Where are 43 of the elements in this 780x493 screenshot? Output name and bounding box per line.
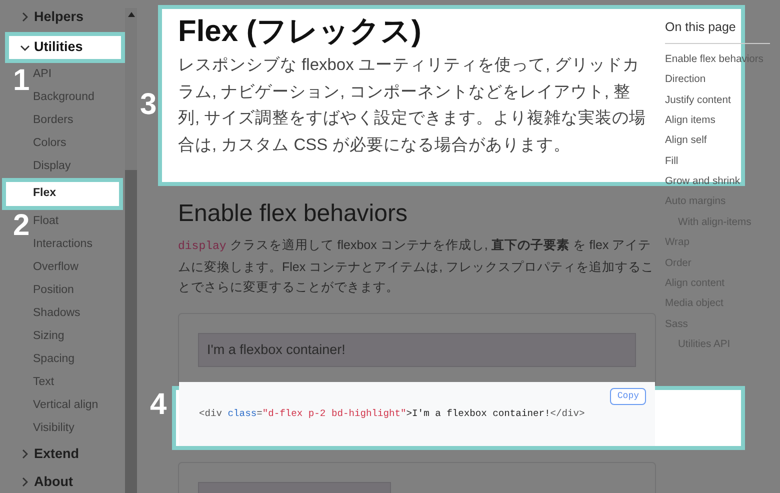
page-title: Flex (フレックス) xyxy=(178,14,422,50)
sidebar-item[interactable]: Sizing xyxy=(33,325,117,348)
sidebar-group[interactable]: Helpers xyxy=(0,3,137,31)
toc-link[interactable]: Justify content xyxy=(665,90,770,111)
sidebar-item[interactable]: Colors xyxy=(33,132,117,155)
chevron-down-icon xyxy=(20,42,30,52)
sidebar-item[interactable]: Borders xyxy=(33,109,117,132)
code-line: <div class="d-flex p-2 bd-highlight">I'm a flexbox container!</div> xyxy=(199,406,585,421)
sidebar-item[interactable]: Position xyxy=(33,279,117,302)
toc-link[interactable]: Direction xyxy=(665,70,770,91)
toc-link[interactable]: Align items xyxy=(665,110,770,132)
sidebar-group[interactable]: Extend xyxy=(0,440,137,468)
sidebar-group[interactable]: Utilities xyxy=(5,32,125,63)
scrollbar-thumb[interactable] xyxy=(125,170,137,493)
callout-number: 4 xyxy=(150,390,167,420)
sidebar-item[interactable]: Float xyxy=(33,210,117,233)
sidebar-item[interactable]: Visibility xyxy=(33,417,117,440)
paragraph: display クラスを適用して flexbox コンテナを作成し, 直下の子要素 を flex アイテムに変換します。Flex コンテナとアイテムは, フレックスプロパティを追加することでさらに変更することができます。 xyxy=(178,236,656,296)
callout-number: 3 xyxy=(140,90,157,120)
sidebar-item[interactable]: Display xyxy=(33,155,117,178)
demo-box: I'm a flexbox container! xyxy=(198,332,636,367)
sidebar-item[interactable]: Vertical align xyxy=(33,394,117,417)
lead-paragraph: レスポンシブな flexbox ユーティリティを使って, グリッドカラム, ナビゲーション, コンポーネントなどをレイアウト, 整列, サイズ調整をすばやく設定できます。より複雑な実装の場合は, カスタム CSS が必要になる場合があります。 xyxy=(178,55,648,156)
copy-button[interactable]: Copy xyxy=(610,388,646,406)
sidebar-item[interactable]: API xyxy=(33,63,117,86)
sidebar-item[interactable]: Shadows xyxy=(33,302,117,325)
scroll-up-icon[interactable] xyxy=(128,12,135,17)
sidebar-item[interactable]: Spacing xyxy=(33,348,117,371)
sidebar-item[interactable]: Flex xyxy=(2,178,123,210)
sidebar-item[interactable]: Background xyxy=(33,86,117,109)
toc-link[interactable]: Grow and shrink xyxy=(665,172,770,192)
sidebar-item[interactable]: Overflow xyxy=(33,256,117,279)
sidebar-group[interactable]: About xyxy=(0,468,137,493)
sidebar-item[interactable]: Interactions xyxy=(33,233,117,256)
section-heading: Enable flex behaviors xyxy=(178,200,408,229)
chevron-right-icon xyxy=(20,449,30,459)
toc-link[interactable]: Fill xyxy=(665,152,770,172)
toc-link[interactable]: Align self xyxy=(665,131,770,152)
sidebar-item[interactable]: Text xyxy=(33,371,117,394)
callout-number: 1 xyxy=(13,66,30,96)
callout-number: 2 xyxy=(13,211,30,241)
chevron-right-icon xyxy=(20,12,30,22)
chevron-right-icon xyxy=(20,477,30,487)
